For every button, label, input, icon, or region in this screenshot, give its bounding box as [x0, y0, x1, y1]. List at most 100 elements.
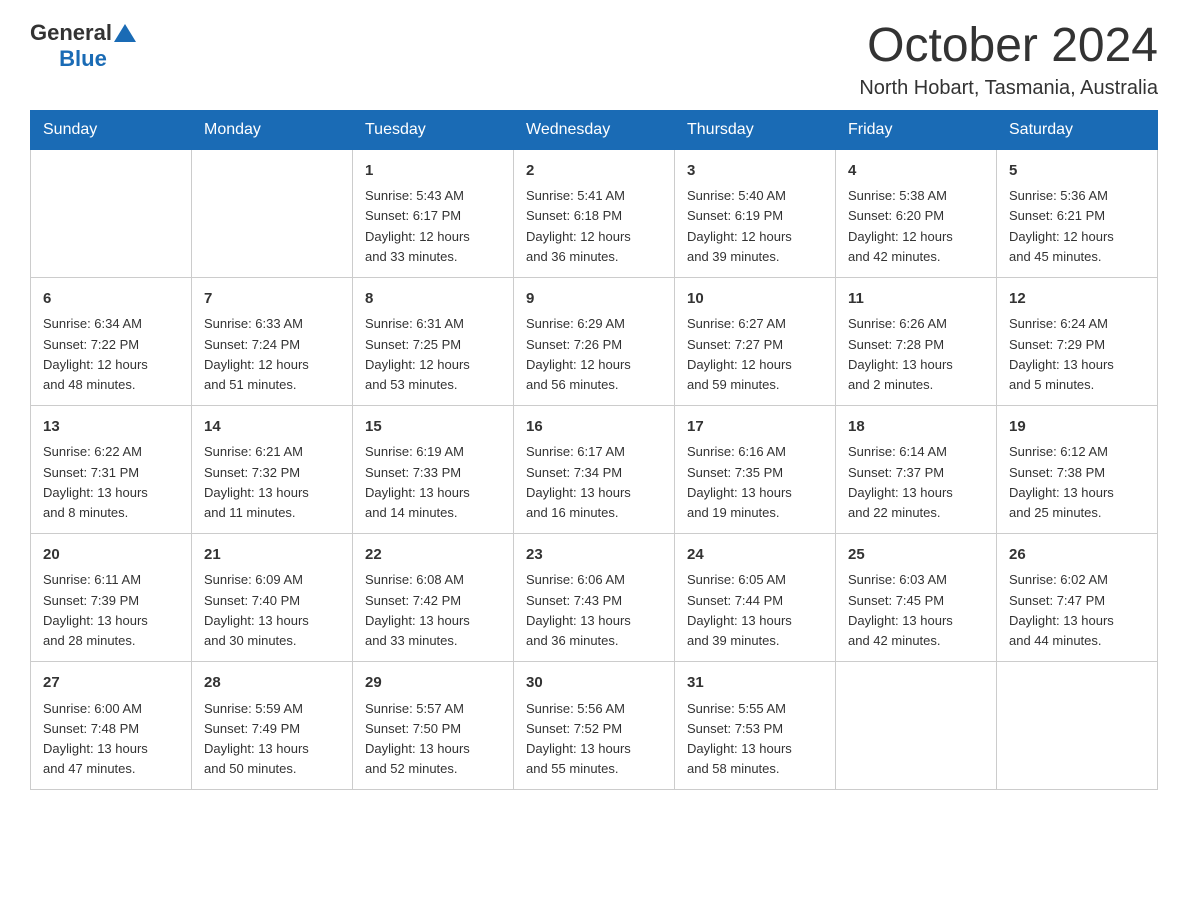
logo: General Blue	[30, 20, 136, 72]
day-cell: 25 Sunrise: 6:03 AMSunset: 7:45 PMDayligh…	[836, 533, 997, 661]
day-cell: 1Sunrise: 5:43 AMSunset: 6:17 PMDaylight…	[353, 149, 514, 277]
day-number: 9	[526, 288, 662, 311]
calendar-table: SundayMondayTuesdayWednesdayThursdayFrid…	[30, 110, 1158, 790]
day-info: Sunrise: 5:56 AMSunset: 7:52 PMDaylight:…	[526, 699, 662, 780]
day-info: Sunrise: 6:16 AMSunset: 7:35 PMDaylight:…	[687, 442, 823, 523]
day-number: 13	[43, 416, 179, 439]
logo-general: General	[30, 20, 112, 46]
day-info: Sunrise: 6:11 AMSunset: 7:39 PMDaylight:…	[43, 570, 179, 651]
header-cell-monday: Monday	[192, 110, 353, 149]
logo-text-area: General Blue	[30, 20, 136, 72]
day-cell	[997, 662, 1158, 790]
calendar-body: 1Sunrise: 5:43 AMSunset: 6:17 PMDaylight…	[31, 149, 1158, 789]
day-number: 30	[526, 672, 662, 695]
day-cell: 31Sunrise: 5:55 AMSunset: 7:53 PMDayligh…	[675, 662, 836, 790]
day-number: 12	[1009, 288, 1145, 311]
day-cell: 26 Sunrise: 6:02 AMSunset: 7:47 PMDayligh…	[997, 533, 1158, 661]
day-cell: 4 Sunrise: 5:38 AMSunset: 6:20 PMDaylight…	[836, 149, 997, 277]
week-row-4: 20 Sunrise: 6:11 AMSunset: 7:39 PMDayligh…	[31, 533, 1158, 661]
day-cell: 24 Sunrise: 6:05 AMSunset: 7:44 PMDayligh…	[675, 533, 836, 661]
day-info: Sunrise: 5:40 AMSunset: 6:19 PMDaylight:…	[687, 186, 823, 267]
day-number: 20	[43, 544, 179, 567]
day-cell: 16 Sunrise: 6:17 AMSunset: 7:34 PMDayligh…	[514, 405, 675, 533]
day-cell: 22 Sunrise: 6:08 AMSunset: 7:42 PMDayligh…	[353, 533, 514, 661]
day-cell	[31, 149, 192, 277]
day-number: 6	[43, 288, 179, 311]
day-info: Sunrise: 6:26 AMSunset: 7:28 PMDaylight:…	[848, 314, 984, 395]
day-cell: 13 Sunrise: 6:22 AMSunset: 7:31 PMDayligh…	[31, 405, 192, 533]
day-number: 25	[848, 544, 984, 567]
header-cell-wednesday: Wednesday	[514, 110, 675, 149]
day-info: Sunrise: 6:12 AMSunset: 7:38 PMDaylight:…	[1009, 442, 1145, 523]
day-info: Sunrise: 6:17 AMSunset: 7:34 PMDaylight:…	[526, 442, 662, 523]
day-cell: 12 Sunrise: 6:24 AMSunset: 7:29 PMDayligh…	[997, 277, 1158, 405]
day-number: 24	[687, 544, 823, 567]
day-number: 29	[365, 672, 501, 695]
day-info: Sunrise: 6:02 AMSunset: 7:47 PMDaylight:…	[1009, 570, 1145, 651]
day-cell: 18 Sunrise: 6:14 AMSunset: 7:37 PMDayligh…	[836, 405, 997, 533]
day-number: 14	[204, 416, 340, 439]
day-info: Sunrise: 5:41 AMSunset: 6:18 PMDaylight:…	[526, 186, 662, 267]
day-number: 28	[204, 672, 340, 695]
day-number: 16	[526, 416, 662, 439]
location: North Hobart, Tasmania, Australia	[859, 77, 1158, 100]
week-row-3: 13 Sunrise: 6:22 AMSunset: 7:31 PMDayligh…	[31, 405, 1158, 533]
day-info: Sunrise: 6:21 AMSunset: 7:32 PMDaylight:…	[204, 442, 340, 523]
title-area: October 2024 North Hobart, Tasmania, Aus…	[859, 20, 1158, 100]
day-cell: 29 Sunrise: 5:57 AMSunset: 7:50 PMDayligh…	[353, 662, 514, 790]
day-number: 22	[365, 544, 501, 567]
day-info: Sunrise: 6:24 AMSunset: 7:29 PMDaylight:…	[1009, 314, 1145, 395]
day-number: 7	[204, 288, 340, 311]
day-info: Sunrise: 6:05 AMSunset: 7:44 PMDaylight:…	[687, 570, 823, 651]
day-info: Sunrise: 5:59 AMSunset: 7:49 PMDaylight:…	[204, 699, 340, 780]
day-info: Sunrise: 5:55 AMSunset: 7:53 PMDaylight:…	[687, 699, 823, 780]
day-info: Sunrise: 6:33 AMSunset: 7:24 PMDaylight:…	[204, 314, 340, 395]
day-cell: 19Sunrise: 6:12 AMSunset: 7:38 PMDayligh…	[997, 405, 1158, 533]
day-info: Sunrise: 5:38 AMSunset: 6:20 PMDaylight:…	[848, 186, 984, 267]
day-number: 27	[43, 672, 179, 695]
day-info: Sunrise: 6:19 AMSunset: 7:33 PMDaylight:…	[365, 442, 501, 523]
day-cell: 17 Sunrise: 6:16 AMSunset: 7:35 PMDayligh…	[675, 405, 836, 533]
day-number: 17	[687, 416, 823, 439]
day-number: 18	[848, 416, 984, 439]
day-info: Sunrise: 6:22 AMSunset: 7:31 PMDaylight:…	[43, 442, 179, 523]
day-cell: 15 Sunrise: 6:19 AMSunset: 7:33 PMDayligh…	[353, 405, 514, 533]
month-year: October 2024	[859, 20, 1158, 73]
day-number: 15	[365, 416, 501, 439]
header-cell-tuesday: Tuesday	[353, 110, 514, 149]
day-cell: 23 Sunrise: 6:06 AMSunset: 7:43 PMDayligh…	[514, 533, 675, 661]
day-info: Sunrise: 6:31 AMSunset: 7:25 PMDaylight:…	[365, 314, 501, 395]
day-number: 21	[204, 544, 340, 567]
day-info: Sunrise: 6:08 AMSunset: 7:42 PMDaylight:…	[365, 570, 501, 651]
day-cell: 21 Sunrise: 6:09 AMSunset: 7:40 PMDayligh…	[192, 533, 353, 661]
day-number: 11	[848, 288, 984, 311]
day-info: Sunrise: 6:00 AMSunset: 7:48 PMDaylight:…	[43, 699, 179, 780]
day-info: Sunrise: 5:57 AMSunset: 7:50 PMDaylight:…	[365, 699, 501, 780]
day-cell: 2Sunrise: 5:41 AMSunset: 6:18 PMDaylight…	[514, 149, 675, 277]
day-number: 4	[848, 160, 984, 183]
logo-triangle-icon	[114, 24, 136, 42]
day-info: Sunrise: 5:43 AMSunset: 6:17 PMDaylight:…	[365, 186, 501, 267]
day-info: Sunrise: 6:14 AMSunset: 7:37 PMDaylight:…	[848, 442, 984, 523]
day-cell: 5Sunrise: 5:36 AMSunset: 6:21 PMDaylight…	[997, 149, 1158, 277]
day-number: 23	[526, 544, 662, 567]
header-cell-saturday: Saturday	[997, 110, 1158, 149]
day-cell: 7 Sunrise: 6:33 AMSunset: 7:24 PMDaylight…	[192, 277, 353, 405]
header-cell-friday: Friday	[836, 110, 997, 149]
header-row: SundayMondayTuesdayWednesdayThursdayFrid…	[31, 110, 1158, 149]
day-cell	[192, 149, 353, 277]
week-row-1: 1Sunrise: 5:43 AMSunset: 6:17 PMDaylight…	[31, 149, 1158, 277]
day-cell: 9 Sunrise: 6:29 AMSunset: 7:26 PMDaylight…	[514, 277, 675, 405]
day-cell: 28 Sunrise: 5:59 AMSunset: 7:49 PMDayligh…	[192, 662, 353, 790]
header-cell-thursday: Thursday	[675, 110, 836, 149]
day-number: 8	[365, 288, 501, 311]
day-cell: 3Sunrise: 5:40 AMSunset: 6:19 PMDaylight…	[675, 149, 836, 277]
day-cell: 8 Sunrise: 6:31 AMSunset: 7:25 PMDaylight…	[353, 277, 514, 405]
day-info: Sunrise: 6:03 AMSunset: 7:45 PMDaylight:…	[848, 570, 984, 651]
day-info: Sunrise: 6:06 AMSunset: 7:43 PMDaylight:…	[526, 570, 662, 651]
day-info: Sunrise: 6:29 AMSunset: 7:26 PMDaylight:…	[526, 314, 662, 395]
day-cell: 14 Sunrise: 6:21 AMSunset: 7:32 PMDayligh…	[192, 405, 353, 533]
day-info: Sunrise: 6:09 AMSunset: 7:40 PMDaylight:…	[204, 570, 340, 651]
day-number: 26	[1009, 544, 1145, 567]
day-info: Sunrise: 6:34 AMSunset: 7:22 PMDaylight:…	[43, 314, 179, 395]
